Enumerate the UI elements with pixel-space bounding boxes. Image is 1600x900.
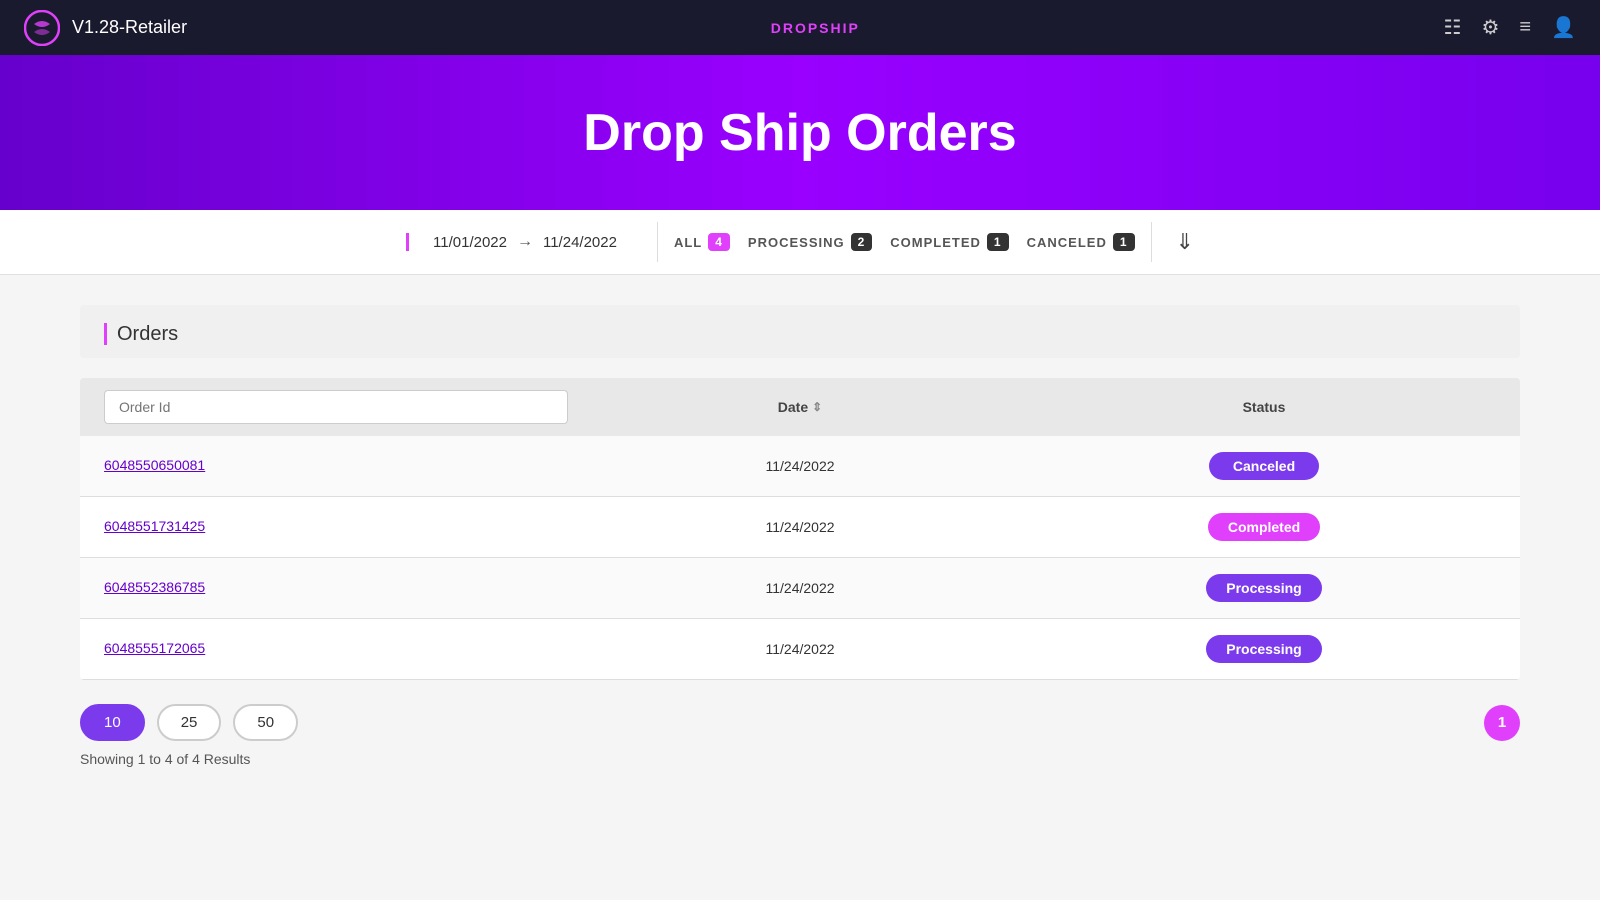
filter-bar: 11/01/2022 → 11/24/2022 ALL 4 PROCESSING… xyxy=(0,210,1600,275)
nav-dropship-label: DROPSHIP xyxy=(771,20,860,36)
date-column-header: Date ⇕ xyxy=(568,399,1032,415)
filter-completed-badge: 1 xyxy=(987,233,1009,251)
table-row: 6048550650081 11/24/2022 Canceled xyxy=(80,436,1520,497)
order-id-link[interactable]: 6048552386785 xyxy=(104,579,205,595)
status-badge: Processing xyxy=(1206,635,1321,663)
order-date-cell: 11/24/2022 xyxy=(568,580,1032,596)
table-row: 6048551731425 11/24/2022 Completed xyxy=(80,497,1520,558)
order-id-link[interactable]: 6048551731425 xyxy=(104,518,205,534)
filter-canceled-btn[interactable]: CANCELED 1 xyxy=(1027,233,1135,251)
per-page-10-btn[interactable]: 10 xyxy=(80,704,145,741)
status-badge: Completed xyxy=(1208,513,1320,541)
download-icon[interactable]: ⇓ xyxy=(1176,229,1194,255)
filter-divider-1 xyxy=(657,222,658,262)
table-row: 6048552386785 11/24/2022 Processing xyxy=(80,558,1520,619)
per-page-50-btn[interactable]: 50 xyxy=(233,704,298,741)
filter-completed-label: COMPLETED xyxy=(890,235,981,250)
apps-icon[interactable]: ≡ xyxy=(1519,16,1531,39)
date-sort-icon[interactable]: ⇕ xyxy=(812,400,822,414)
filter-processing-label: PROCESSING xyxy=(748,235,845,250)
table-body: 6048550650081 11/24/2022 Canceled 604855… xyxy=(80,436,1520,680)
order-id-cell: 6048552386785 xyxy=(104,579,568,597)
filter-canceled-label: CANCELED xyxy=(1027,235,1107,250)
pagination-pages: 1 xyxy=(1484,705,1520,741)
pagination-bar: 10 25 50 1 xyxy=(80,704,1520,741)
nav-right: ☷ ⚙ ≡ 👤 xyxy=(1444,15,1576,40)
main-content: Orders Date ⇕ Status 6048550650081 11/24… xyxy=(0,275,1600,797)
app-logo xyxy=(24,10,60,46)
filter-canceled-badge: 1 xyxy=(1113,233,1135,251)
filter-processing-badge: 2 xyxy=(851,233,873,251)
filter-all-label: ALL xyxy=(674,235,702,250)
order-id-link[interactable]: 6048550650081 xyxy=(104,457,205,473)
page-1-btn[interactable]: 1 xyxy=(1484,705,1520,741)
table-row: 6048555172065 11/24/2022 Processing xyxy=(80,619,1520,680)
filter-divider-2 xyxy=(1151,222,1152,262)
order-id-search-input[interactable] xyxy=(104,390,568,424)
status-badge: Processing xyxy=(1206,574,1321,602)
order-date-cell: 11/24/2022 xyxy=(568,519,1032,535)
page-banner: Drop Ship Orders xyxy=(0,55,1600,210)
date-range-section: 11/01/2022 → 11/24/2022 xyxy=(406,233,641,251)
order-id-search-cell xyxy=(104,390,568,424)
showing-results-text: Showing 1 to 4 of 4 Results xyxy=(80,751,1520,767)
order-id-cell: 6048551731425 xyxy=(104,518,568,536)
user-icon[interactable]: 👤 xyxy=(1551,15,1576,40)
status-filter-section: ALL 4 PROCESSING 2 COMPLETED 1 CANCELED … xyxy=(674,233,1135,251)
order-date-cell: 11/24/2022 xyxy=(568,641,1032,657)
date-arrow: → xyxy=(517,233,533,251)
order-status-cell: Processing xyxy=(1032,574,1496,602)
filter-completed-btn[interactable]: COMPLETED 1 xyxy=(890,233,1008,251)
filter-all-badge: 4 xyxy=(708,233,730,251)
filter-processing-btn[interactable]: PROCESSING 2 xyxy=(748,233,872,251)
filter-all-btn[interactable]: ALL 4 xyxy=(674,233,730,251)
per-page-25-btn[interactable]: 25 xyxy=(157,704,222,741)
order-status-cell: Completed xyxy=(1032,513,1496,541)
status-badge: Canceled xyxy=(1209,452,1319,480)
app-title: V1.28-Retailer xyxy=(72,17,187,38)
table-header: Date ⇕ Status xyxy=(80,378,1520,436)
order-status-cell: Canceled xyxy=(1032,452,1496,480)
order-status-cell: Processing xyxy=(1032,635,1496,663)
order-id-link[interactable]: 6048555172065 xyxy=(104,640,205,656)
orders-table: Date ⇕ Status 6048550650081 11/24/2022 C… xyxy=(80,378,1520,680)
orders-section-header: Orders xyxy=(80,305,1520,358)
top-navbar: V1.28-Retailer DROPSHIP ☷ ⚙ ≡ 👤 xyxy=(0,0,1600,55)
status-column-header: Status xyxy=(1032,399,1496,415)
order-id-cell: 6048555172065 xyxy=(104,640,568,658)
order-id-cell: 6048550650081 xyxy=(104,457,568,475)
date-to[interactable]: 11/24/2022 xyxy=(543,234,617,251)
order-date-cell: 11/24/2022 xyxy=(568,458,1032,474)
date-from[interactable]: 11/01/2022 xyxy=(433,234,507,251)
orders-section-title: Orders xyxy=(104,323,178,345)
grid-list-icon[interactable]: ☷ xyxy=(1444,15,1462,40)
nav-left: V1.28-Retailer xyxy=(24,10,187,46)
page-title: Drop Ship Orders xyxy=(583,103,1016,163)
settings-icon[interactable]: ⚙ xyxy=(1481,15,1499,40)
